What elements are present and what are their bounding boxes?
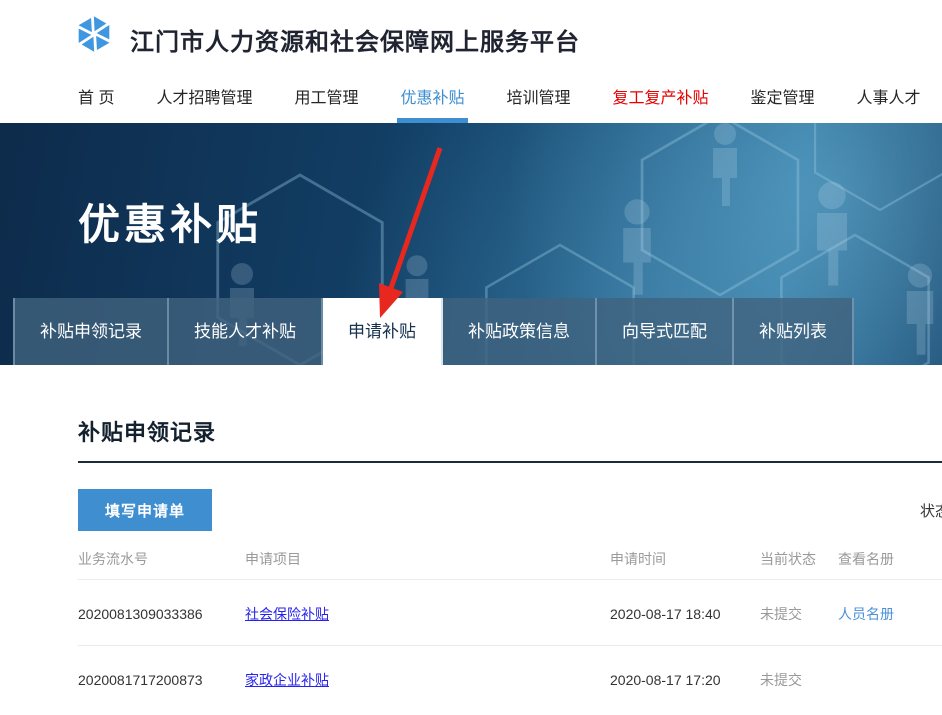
column-header-3: 申请时间	[610, 549, 760, 569]
nav-item-8[interactable]: 人事人才	[857, 84, 921, 108]
roster-link[interactable]: 人员名册	[838, 606, 894, 622]
column-header-1: 业务流水号	[78, 549, 245, 569]
hero-tab-bar: 补贴申领记录技能人才补贴申请补贴补贴政策信息向导式匹配补贴列表	[13, 298, 854, 365]
column-header-2: 申请项目	[245, 549, 610, 569]
hero-tab-3[interactable]: 申请补贴	[323, 298, 443, 365]
cell-roster: 人员名册	[838, 604, 942, 624]
section-title-rule	[78, 461, 942, 463]
cell-project: 家政企业补贴	[245, 670, 610, 690]
hero-tab-6[interactable]: 补贴列表	[734, 298, 854, 365]
cell-status: 未提交	[760, 670, 838, 690]
cell-serial: 2020081717200873	[78, 672, 245, 688]
cell-apply-time: 2020-08-17 18:40	[610, 606, 760, 622]
main-content: 补贴申领记录 填写申请单 状态 业务流水号申请项目申请时间当前状态查看名册 20…	[0, 365, 942, 711]
application-records-table: 业务流水号申请项目申请时间当前状态查看名册 2020081309033386社会…	[78, 531, 942, 711]
cell-serial: 2020081309033386	[78, 606, 245, 622]
table-row: 2020081717200873家政企业补贴 2020-08-17 17:20未提…	[78, 646, 942, 711]
nav-item-1[interactable]: 首 页	[78, 84, 114, 108]
table-header-row: 业务流水号申请项目申请时间当前状态查看名册	[78, 531, 942, 580]
site-header: 江门市人力资源和社会保障网上服务平台 首 页 人才招聘管理 用工管理 优惠补贴 培训管理…	[0, 0, 942, 123]
cell-status: 未提交	[760, 604, 838, 624]
status-filter-label: 状态	[920, 500, 942, 521]
platform-logo-icon	[76, 14, 112, 54]
hero-tab-5[interactable]: 向导式匹配	[597, 298, 734, 365]
hero-tab-4[interactable]: 补贴政策信息	[443, 298, 597, 365]
hero-banner: 优惠补贴 补贴申领记录技能人才补贴申请补贴补贴政策信息向导式匹配补贴列表	[0, 123, 942, 365]
column-header-4: 当前状态	[760, 549, 838, 569]
column-header-5: 查看名册	[838, 549, 942, 569]
nav-item-2[interactable]: 人才招聘管理	[156, 84, 252, 108]
table-body: 2020081309033386社会保险补贴2020-08-17 18:40未提…	[78, 580, 942, 711]
nav-item-6[interactable]: 复工复产补贴	[613, 84, 709, 108]
cell-project: 社会保险补贴	[245, 604, 610, 624]
main-nav: 首 页 人才招聘管理 用工管理 优惠补贴 培训管理 复工复产补贴 鉴定管理 人事人才	[78, 84, 921, 108]
page-title: 江门市人力资源和社会保障网上服务平台	[130, 22, 580, 57]
project-link[interactable]: 社会保险补贴	[245, 606, 329, 622]
project-link[interactable]: 家政企业补贴	[245, 672, 329, 688]
section-title: 补贴申领记录	[0, 365, 942, 448]
table-row: 2020081309033386社会保险补贴 2020-08-17 18:40未提…	[78, 580, 942, 646]
fill-application-button[interactable]: 填写申请单	[78, 489, 212, 531]
hero-tab-2[interactable]: 技能人才补贴	[169, 298, 323, 365]
nav-item-7[interactable]: 鉴定管理	[751, 84, 815, 108]
hero-tab-1[interactable]: 补贴申领记录	[13, 298, 169, 365]
cell-apply-time: 2020-08-17 17:20	[610, 672, 760, 688]
nav-item-3[interactable]: 用工管理	[294, 84, 358, 108]
hero-title: 优惠补贴	[78, 191, 262, 252]
nav-item-4[interactable]: 优惠补贴	[400, 84, 464, 108]
toolbar: 填写申请单 状态	[78, 489, 942, 531]
nav-item-5[interactable]: 培训管理	[507, 84, 571, 108]
